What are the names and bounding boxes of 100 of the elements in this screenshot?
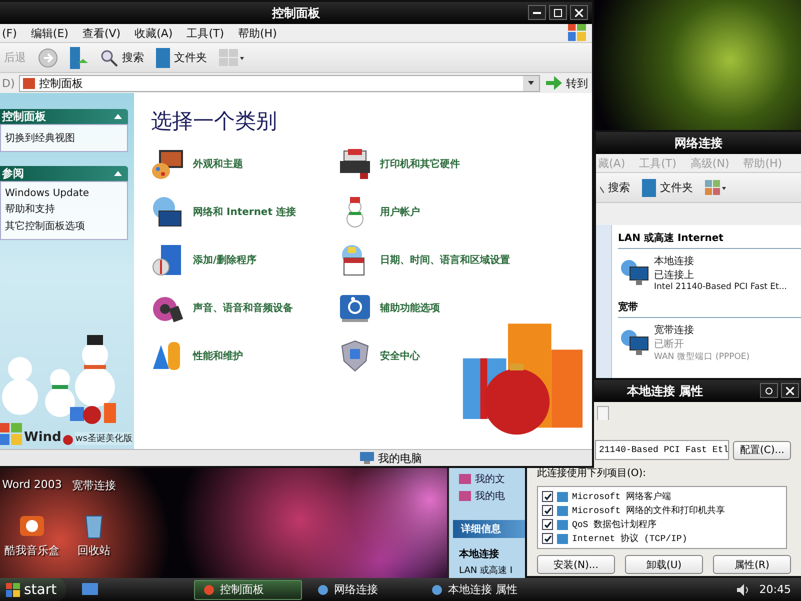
folders-button[interactable]: 文件夹 <box>640 178 695 196</box>
connection-item[interactable]: 本地连接 已连接上 Intel 21140-Based PCI Fast Et... <box>618 251 801 296</box>
folder-icon <box>459 474 471 484</box>
task-link[interactable]: 我的电 <box>459 489 527 503</box>
network-component-icon <box>557 492 568 502</box>
details-name: 本地连接 <box>459 548 500 561</box>
panel-link[interactable]: 其它控制面板选项 <box>5 219 123 233</box>
window-icon <box>317 584 329 596</box>
panel-title: 参阅 <box>2 166 24 181</box>
category-link[interactable]: 辅助功能选项 <box>338 291 440 325</box>
menu-item[interactable]: 收藏(A) <box>134 26 173 40</box>
menu-item[interactable]: 查看(V) <box>82 26 121 40</box>
category-link[interactable]: 打印机和其它硬件 <box>338 147 460 181</box>
maximize-icon <box>554 8 562 16</box>
views-icon <box>705 180 727 196</box>
dropdown-button[interactable] <box>523 76 539 90</box>
menu-item[interactable]: 帮助(H) <box>238 26 277 40</box>
group-header: LAN 或高速 Internet <box>618 229 801 249</box>
disconnected-monitor-icon <box>620 329 650 357</box>
configure-button[interactable]: 配置(C)... <box>733 440 792 460</box>
search-button[interactable]: 搜索 <box>598 180 632 195</box>
windows-logo-icon <box>0 423 22 445</box>
taskbar-button[interactable]: 本地连接 属性 <box>422 580 530 600</box>
checkbox[interactable] <box>542 519 553 530</box>
category-link[interactable]: 添加/删除程序 <box>151 243 257 277</box>
minimize-button[interactable] <box>528 5 546 20</box>
panel-title: 控制面板 <box>2 109 46 124</box>
window-title: 网络连接 <box>674 134 722 152</box>
taskbar-button[interactable]: 控制面板 <box>194 580 302 600</box>
network-monitor-icon <box>620 259 650 287</box>
category-link[interactable]: 声音、语音和音频设备 <box>151 291 293 325</box>
component-label: Microsoft 网络的文件和打印机共享 <box>572 504 726 517</box>
panel-link[interactable]: Windows Update <box>5 188 123 199</box>
category-link[interactable]: 外观和主题 <box>151 147 243 181</box>
help-button[interactable] <box>760 383 778 398</box>
window-title: 控制面板 <box>272 4 320 22</box>
desktop-icon-label[interactable]: 宽带连接 <box>72 478 116 493</box>
palette-icon <box>151 147 185 181</box>
component-label: QoS 数据包计划程序 <box>572 518 657 531</box>
menu-item[interactable]: 编辑(E) <box>30 26 68 40</box>
windows-logo-icon <box>568 22 586 40</box>
checkbox[interactable] <box>542 491 553 502</box>
task-link[interactable]: 我的文 <box>459 472 527 486</box>
panel-header[interactable]: 控制面板 <box>0 109 128 124</box>
close-icon <box>575 8 583 16</box>
connection-device: Intel 21140-Based PCI Fast Et... <box>654 282 787 292</box>
checkbox[interactable] <box>542 533 553 544</box>
group-header: 宽带 <box>618 298 801 318</box>
connection-name: 宽带连接 <box>654 324 695 337</box>
minimize-icon <box>533 12 541 14</box>
go-button[interactable]: 转到 <box>544 76 590 90</box>
dialog-button[interactable]: 卸载(U) <box>625 555 703 574</box>
brand-text: Wind <box>24 430 62 445</box>
details-title: 详细信息 <box>461 522 501 536</box>
close-button[interactable] <box>781 383 799 398</box>
views-button[interactable] <box>703 180 729 196</box>
category-link[interactable]: 性能和维护 <box>151 339 243 373</box>
menu-item[interactable]: 工具(T) <box>186 26 224 40</box>
address-field[interactable]: 控制面板 <box>18 74 540 92</box>
clock: 20:45 <box>759 583 791 596</box>
close-button[interactable] <box>570 5 588 20</box>
panel-link[interactable]: 切换到经典视图 <box>5 131 123 145</box>
checkbox[interactable] <box>542 505 553 516</box>
search-button[interactable]: 搜索 <box>98 48 146 66</box>
category-link[interactable]: 用户帐户 <box>338 195 420 229</box>
component-label: Microsoft 网络客户端 <box>572 490 672 503</box>
connection-device: WAN 微型端口 (PPPOE) <box>654 351 750 363</box>
desktop-icon-label[interactable]: 酷我音乐盒 <box>4 543 60 558</box>
dialog-button[interactable]: 属性(R) <box>713 555 791 574</box>
category-link[interactable]: 日期、时间、语言和区域设置 <box>338 243 510 277</box>
dialog-button[interactable]: 安装(N)... <box>537 555 615 574</box>
folders-button[interactable]: 文件夹 <box>154 48 209 68</box>
forward-button[interactable] <box>36 48 60 68</box>
views-icon <box>219 48 245 66</box>
network-component-icon <box>557 534 568 544</box>
taskbar-button[interactable]: 网络连接 <box>308 580 416 600</box>
status-text: 我的电脑 <box>378 450 422 466</box>
up-button[interactable] <box>68 46 90 68</box>
connection-item[interactable]: 宽带连接 已断开 WAN 微型端口 (PPPOE) <box>618 320 801 367</box>
desktop-icon-label[interactable]: Word 2003 <box>2 478 62 491</box>
panel-link[interactable]: 帮助和支持 <box>5 202 123 216</box>
list-label: 此连接使用下列项目(O): <box>537 467 648 480</box>
start-button[interactable]: start <box>0 578 66 601</box>
menu-item[interactable]: (F) <box>2 26 17 40</box>
category-link[interactable]: 网络和 Internet 连接 <box>151 195 296 229</box>
connection-status: 已连接上 <box>654 268 695 282</box>
folder-icon <box>459 491 471 501</box>
panel-header[interactable]: 参阅 <box>0 166 128 181</box>
page-heading: 选择一个类别 <box>151 108 278 135</box>
window-icon <box>431 584 443 596</box>
control-panel-icon <box>22 78 35 88</box>
desktop-icon-label[interactable]: 回收站 <box>78 543 110 558</box>
computer-icon <box>360 452 374 464</box>
category-link[interactable]: 安全中心 <box>338 339 420 373</box>
adapter-field: 21140-Based PCI Fast Etl <box>595 440 729 460</box>
ornament-icon <box>63 433 74 445</box>
folder-icon <box>642 178 656 196</box>
maximize-button[interactable] <box>549 5 567 20</box>
brand-subtitle: ws圣诞美化版 <box>75 432 132 445</box>
caret-icon <box>528 81 534 85</box>
